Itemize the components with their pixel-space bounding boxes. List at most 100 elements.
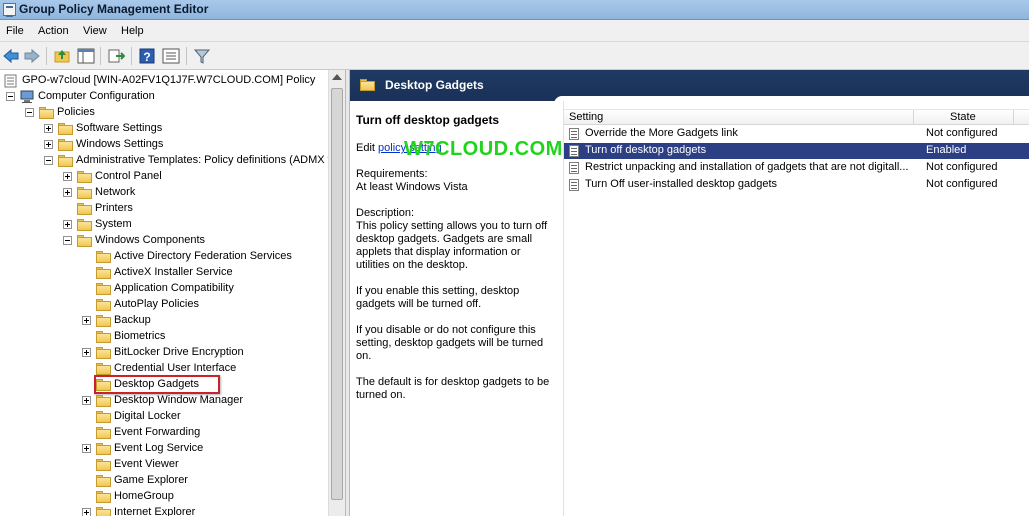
tree-item-label: Application Compatibility [114,282,234,294]
tree-item[interactable]: Active Directory Federation Services [0,249,328,265]
tree-item[interactable]: Application Compatibility [0,281,328,297]
tree-item[interactable]: Network [0,185,328,201]
folder-icon [77,187,92,199]
forward-icon[interactable] [23,47,41,65]
tree-item[interactable]: Desktop Window Manager [0,393,328,409]
menu-file[interactable]: File [6,25,24,37]
folder-icon [96,347,111,359]
tree-item[interactable]: Desktop Gadgets [0,375,328,394]
column-divider[interactable] [913,110,914,125]
tree-item[interactable]: Event Log Service [0,441,328,457]
expand-icon[interactable] [44,124,53,133]
tree-item[interactable]: System [0,217,328,233]
up-folder-icon[interactable] [53,47,71,65]
toolbar-separator [46,47,47,65]
folder-icon [77,203,92,215]
expand-icon[interactable] [63,188,72,197]
watermark: W7CLOUD.COM [404,138,563,160]
description-paragraph: The default is for desktop gadgets to be… [356,376,550,401]
tree-item[interactable]: Backup [0,313,328,329]
back-icon[interactable] [2,47,20,65]
expand-icon[interactable] [82,444,91,453]
folder-icon [58,139,73,151]
expand-icon[interactable] [82,348,91,357]
scroll-up-arrow-icon[interactable] [332,74,342,80]
expand-icon[interactable] [63,220,72,229]
tree-item[interactable]: GPO-w7cloud [WIN-A02FV1Q1J7F.W7CLOUD.COM… [0,73,328,89]
selection-highlight [94,375,220,394]
table-row[interactable]: Override the More Gadgets link Not config… [564,126,1029,142]
console-tree[interactable]: GPO-w7cloud [WIN-A02FV1Q1J7F.W7CLOUD.COM… [0,70,328,516]
help-icon[interactable]: ? [138,47,156,65]
tree-item[interactable]: Control Panel [0,169,328,185]
tree-item-label: Computer Configuration [38,90,155,102]
tree-item[interactable]: Windows Components [0,233,328,249]
filter-icon[interactable] [193,47,211,65]
menu-view[interactable]: View [83,25,107,37]
expand-icon[interactable] [63,172,72,181]
tree-item-label: Backup [114,314,151,326]
tree-item-label: Control Panel [95,170,162,182]
menu-help[interactable]: Help [121,25,144,37]
expand-icon[interactable] [44,140,53,149]
folder-icon [96,299,111,311]
column-header-state[interactable]: State [950,111,976,123]
tree-scrollbar[interactable] [328,70,345,516]
tree-item[interactable]: Game Explorer [0,473,328,489]
folder-icon [96,411,111,423]
collapse-icon[interactable] [44,156,53,165]
table-row[interactable]: Turn Off user-installed desktop gadgets N… [564,177,1029,193]
details-header: Desktop Gadgets [350,70,1029,104]
policy-title: Turn off desktop gadgets [356,113,500,127]
export-list-icon[interactable] [107,47,125,65]
tree-item[interactable]: Event Forwarding [0,425,328,441]
setting-state: Not configured [926,178,998,190]
table-row[interactable]: Restrict unpacking and installation of g… [564,160,1029,176]
tree-item-label: Event Log Service [114,442,204,454]
setting-state: Enabled [926,144,967,156]
properties-icon[interactable] [162,47,180,65]
collapse-icon[interactable] [25,108,34,117]
tree-item-label: Biometrics [114,330,166,342]
tree-item-label: Printers [95,202,133,214]
tree-item[interactable]: Event Viewer [0,457,328,473]
expand-icon[interactable] [82,316,91,325]
menu-bar: File Action View Help [0,20,1029,42]
column-divider[interactable] [1013,110,1014,125]
setting-state: Not configured [926,127,998,139]
tree-item[interactable]: Policies [0,105,328,121]
scrollbar-thumb[interactable] [331,88,343,500]
tree-item[interactable]: Administrative Templates: Policy definit… [0,153,328,169]
expand-icon[interactable] [82,396,91,405]
description-paragraph: If you enable this setting, desktop gadg… [356,285,520,310]
menu-action[interactable]: Action [38,25,69,37]
column-header-setting[interactable]: Setting [569,111,603,123]
tree-item[interactable]: Computer Configuration [0,89,328,105]
tree-item[interactable]: ActiveX Installer Service [0,265,328,281]
collapse-icon[interactable] [6,92,15,101]
tree-item[interactable]: HomeGroup [0,489,328,505]
policy-setting-icon [569,162,579,174]
expand-icon[interactable] [82,508,91,516]
setting-name: Turn off desktop gadgets [585,144,707,156]
tree-item[interactable]: AutoPlay Policies [0,297,328,313]
tree-item[interactable]: Internet Explorer [0,505,328,516]
svg-text:?: ? [143,50,150,64]
folder-icon [96,395,111,407]
tree-item[interactable]: Software Settings [0,121,328,137]
tree-item[interactable]: Biometrics [0,329,328,345]
toolbar: ? [0,42,1029,70]
table-row[interactable]: Turn off desktop gadgets Enabled [564,143,1029,159]
tree-item[interactable]: Printers [0,201,328,217]
tree-item-label: Internet Explorer [114,506,196,516]
collapse-icon[interactable] [63,236,72,245]
toolbar-separator [100,47,101,65]
folder-icon [77,219,92,231]
tree-item[interactable]: Windows Settings [0,137,328,153]
edit-prefix: Edit [356,142,379,154]
gpo-icon [4,74,17,88]
tree-item[interactable]: Digital Locker [0,409,328,425]
tree-item-label: Windows Settings [76,138,164,150]
tree-item[interactable]: BitLocker Drive Encryption [0,345,328,361]
show-hide-tree-icon[interactable] [77,47,95,65]
